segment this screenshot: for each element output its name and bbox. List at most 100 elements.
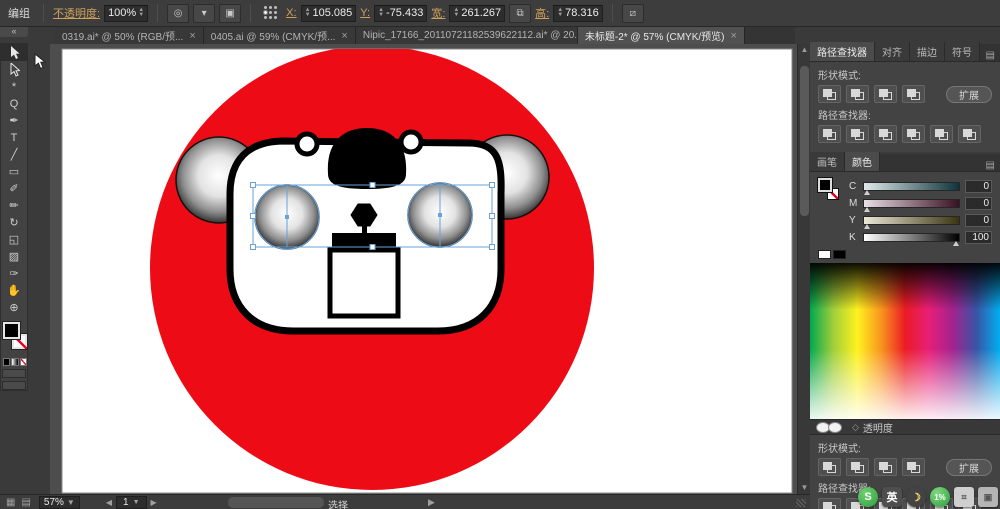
document-tab-2[interactable]: 0405.ai @ 59% (CMYK/预... × (203, 27, 356, 44)
black-value[interactable]: 100 (965, 231, 992, 244)
intersect-button[interactable] (874, 85, 897, 103)
yellow-value[interactable]: 0 (965, 214, 992, 227)
minus-front-button[interactable] (846, 85, 869, 103)
pencil-tool[interactable]: ✏ (1, 197, 27, 214)
prev-artboard-icon[interactable]: ◀ (106, 498, 112, 507)
trim-button[interactable] (846, 125, 869, 143)
artwork-svg[interactable] (50, 44, 797, 494)
spinner-icon[interactable]: ▲ ▼ (453, 7, 459, 18)
fill-swatch[interactable] (2, 321, 21, 340)
draw-mode-button[interactable] (2, 369, 26, 378)
spinner-icon[interactable]: ▲ ▼ (557, 7, 563, 18)
width-input[interactable]: ▲ ▼ 261.267 (449, 4, 506, 22)
line-segment-tool[interactable]: ╱ (1, 146, 27, 163)
style-dropdown-icon[interactable]: ▾ (193, 3, 216, 23)
transparency-panel-header[interactable]: ◇ 透明度 (810, 419, 1000, 435)
style-icon[interactable]: ◎ (167, 3, 190, 23)
tab-stroke[interactable]: 描边 (910, 42, 945, 61)
merge-button[interactable] (874, 125, 897, 143)
tab-brushes[interactable]: 画笔 (810, 152, 845, 171)
y-input[interactable]: ▲ ▼ -75.433 (374, 4, 428, 22)
language-mode-icon[interactable]: 英 (882, 487, 902, 507)
meter-icon[interactable]: 1% (930, 487, 950, 507)
resize-grip[interactable] (796, 499, 806, 507)
slider-thumb-icon[interactable] (953, 241, 959, 246)
y-label[interactable]: Y: (360, 7, 370, 19)
document-tab-3[interactable]: Nipic_17166_20110721182539622112.ai* @ 2… (355, 27, 578, 44)
rectangle-tool[interactable]: ▭ (1, 163, 27, 180)
moon-icon[interactable]: ☽ (906, 487, 926, 507)
screen-mode-button[interactable] (2, 381, 26, 390)
divide-button[interactable] (818, 498, 841, 509)
small-circle-left[interactable] (294, 131, 320, 157)
scale-tool[interactable]: ◱ (1, 231, 27, 248)
layers-mini-icon[interactable]: ▦ (6, 497, 15, 508)
sogou-icon[interactable]: S (858, 487, 878, 507)
type-tool[interactable]: T (1, 129, 27, 146)
minus-front-button[interactable] (846, 458, 869, 476)
mouth-bar[interactable] (332, 233, 396, 247)
intersect-button[interactable] (874, 458, 897, 476)
canvas-area[interactable] (50, 44, 797, 494)
height-label[interactable]: 高: (535, 5, 549, 21)
spinner-icon[interactable]: ▲ ▼ (138, 7, 144, 18)
horizontal-scroll-thumb[interactable] (228, 497, 324, 508)
outline-button[interactable] (930, 125, 953, 143)
spinner-icon[interactable]: ▲ ▼ (305, 7, 311, 18)
artboard-number-box[interactable]: 1 ▼ (116, 495, 147, 509)
toolbar-collapse-button[interactable]: « (0, 27, 28, 37)
keyboard-icon[interactable]: ⌗ (954, 487, 974, 507)
eyedropper-tool[interactable]: ✑ (1, 265, 27, 282)
shear-icon[interactable]: ⧄ (621, 3, 644, 23)
recolor-icon[interactable]: ▣ (219, 3, 242, 23)
link-dimensions-icon[interactable]: ⧉ (509, 3, 532, 23)
gradient-tool[interactable]: ▨ (1, 248, 27, 265)
document-tab-4-active[interactable]: 未标题-2* @ 57% (CMYK/预览) × (577, 27, 745, 44)
vertical-scroll-thumb[interactable] (800, 66, 809, 216)
tab-pathfinder[interactable]: 路径查找器 (810, 42, 875, 61)
black-slider[interactable] (863, 233, 960, 246)
scroll-right-icon[interactable]: ▶ (428, 497, 435, 508)
magic-wand-tool[interactable]: * (1, 78, 27, 95)
divide-button[interactable] (818, 125, 841, 143)
hand-tool[interactable]: ✋ (1, 282, 27, 299)
next-artboard-icon[interactable]: ▶ (151, 498, 157, 507)
unite-button[interactable] (818, 85, 841, 103)
tab-symbols[interactable]: 符号 (945, 42, 980, 61)
panel-menu-icon[interactable]: ▤ (981, 50, 1000, 61)
spinner-icon[interactable]: ▲ ▼ (378, 7, 384, 18)
reference-point-icon[interactable] (263, 6, 278, 20)
cyan-slider[interactable] (863, 182, 960, 195)
tab-align[interactable]: 对齐 (875, 42, 910, 61)
fill-proxy[interactable] (817, 177, 833, 193)
paintbrush-tool[interactable]: ✐ (1, 180, 27, 197)
cyan-value[interactable]: 0 (965, 180, 992, 193)
x-input[interactable]: ▲ ▼ 105.085 (300, 4, 357, 22)
exclude-button[interactable] (902, 458, 925, 476)
panel-menu-icon[interactable]: ▤ (981, 160, 1000, 171)
expand-button-2[interactable]: 扩展 (946, 458, 992, 476)
exclude-button[interactable] (902, 85, 925, 103)
magenta-value[interactable]: 0 (965, 197, 992, 210)
small-circle-right[interactable] (398, 129, 424, 155)
white-swatch[interactable] (818, 250, 831, 259)
document-tab-1[interactable]: 0319.ai* @ 50% (RGB/预... × (55, 27, 204, 44)
opacity-input[interactable]: 100% ▲ ▼ (104, 4, 149, 22)
crop-button[interactable] (902, 125, 925, 143)
black-swatch[interactable] (833, 250, 846, 259)
vertical-scrollbar[interactable]: ▲ ▼ (797, 44, 810, 494)
rotate-tool[interactable]: ↻ (1, 214, 27, 231)
magenta-slider[interactable] (863, 199, 960, 212)
close-icon[interactable]: × (189, 30, 195, 42)
selection-tool[interactable] (1, 44, 27, 61)
minus-back-button[interactable] (958, 125, 981, 143)
pen-tool[interactable]: ✒ (1, 112, 27, 129)
zoom-dropdown[interactable]: 57% ▼ (38, 495, 80, 509)
color-button[interactable] (3, 358, 11, 366)
close-icon[interactable]: × (730, 30, 736, 42)
mouth-box[interactable] (327, 247, 401, 319)
slider-thumb-icon[interactable] (864, 207, 870, 212)
yellow-slider[interactable] (863, 216, 960, 229)
slider-thumb-icon[interactable] (864, 224, 870, 229)
none-button[interactable] (19, 358, 27, 366)
